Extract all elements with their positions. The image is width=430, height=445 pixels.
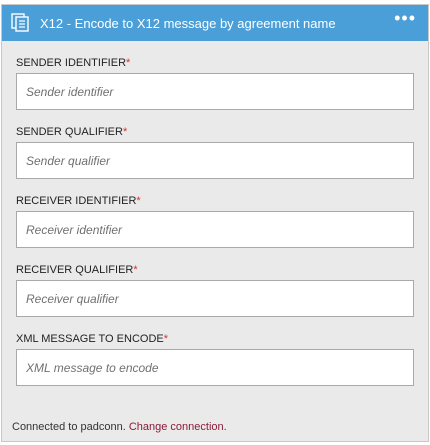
field-xml-message: XML MESSAGE TO ENCODE* [16,332,414,386]
receiver-qualifier-input[interactable] [16,280,414,317]
required-marker: * [122,126,128,138]
x12-documents-icon [11,13,29,32]
action-form: SENDER IDENTIFIER* SENDER QUALIFIER* REC… [2,56,428,386]
required-marker: * [126,57,131,69]
field-receiver-qualifier: RECEIVER QUALIFIER* [16,263,414,317]
xml-message-input[interactable] [16,349,414,386]
card-title: X12 - Encode to X12 message by agreement… [40,15,336,31]
required-marker: * [136,195,141,207]
required-marker: * [163,333,169,345]
connection-status-text: Connected to padconn. [12,421,126,433]
field-label: XML MESSAGE TO ENCODE* [16,333,169,345]
field-label: RECEIVER IDENTIFIER* [16,195,141,207]
sender-identifier-input[interactable] [16,73,414,110]
field-label: RECEIVER QUALIFIER* [16,264,138,276]
required-marker: * [133,264,138,276]
sender-qualifier-input[interactable] [16,142,414,179]
connection-footer: Connected to padconn. Change connection. [12,421,227,433]
action-card: X12 - Encode to X12 message by agreement… [1,4,429,442]
field-receiver-identifier: RECEIVER IDENTIFIER* [16,194,414,248]
change-connection-link[interactable]: Change connection. [129,421,227,433]
field-label: SENDER QUALIFIER* [16,126,128,138]
field-label: SENDER IDENTIFIER* [16,57,131,69]
card-header[interactable]: X12 - Encode to X12 message by agreement… [2,5,428,41]
more-options-icon[interactable]: ••• [394,9,416,27]
field-sender-identifier: SENDER IDENTIFIER* [16,56,414,110]
field-sender-qualifier: SENDER QUALIFIER* [16,125,414,179]
receiver-identifier-input[interactable] [16,211,414,248]
